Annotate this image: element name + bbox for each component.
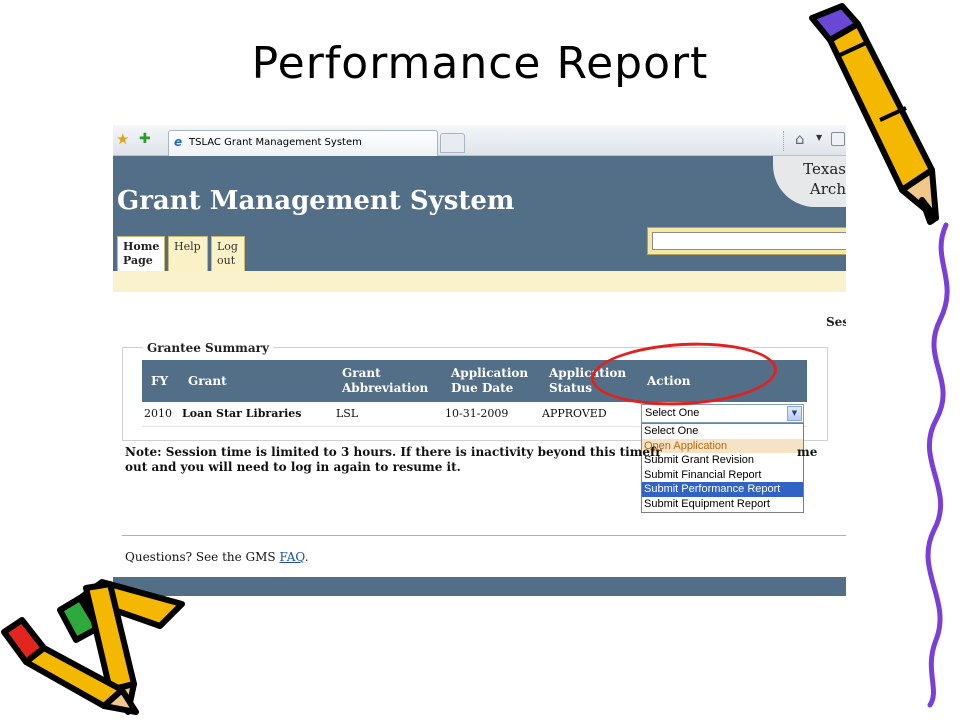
action-select[interactable]: Select One ▼	[641, 404, 804, 423]
tab-logout[interactable]: Log out	[211, 236, 245, 271]
add-favorite-icon[interactable]: ✚	[139, 130, 151, 148]
column-header-line: Abbreviation	[342, 381, 429, 395]
cell-due-date: 10-31-2009	[445, 407, 509, 420]
cell-grant: Loan Star Libraries	[182, 407, 302, 420]
agency-name-line2: Arch	[809, 180, 846, 198]
nav-strip	[113, 271, 846, 292]
tab-label: out	[217, 254, 236, 267]
grantee-summary-legend: Grantee Summary	[143, 341, 273, 355]
cell-abbreviation: LSL	[336, 407, 359, 420]
action-select-value: Select One	[645, 407, 700, 419]
session-note: Note: Session time is limited to 3 hours…	[125, 445, 840, 475]
tab-help[interactable]: Help	[168, 236, 208, 271]
column-header-line: Application	[451, 366, 529, 380]
browser-tab[interactable]: e TSLAC Grant Management System	[168, 130, 438, 156]
feed-icon[interactable]	[831, 132, 845, 146]
column-header-fy: FY	[151, 374, 169, 388]
new-tab-button[interactable]	[440, 133, 465, 153]
agency-name-line1: Texas	[803, 160, 846, 178]
questions-text: Questions? See the GMS	[125, 550, 276, 564]
search-input[interactable]	[652, 232, 846, 250]
session-note-tail: me	[797, 445, 818, 459]
column-header-due-date: Application Due Date	[451, 366, 528, 396]
action-option-submit-equipment-report[interactable]: Submit Equipment Report	[642, 497, 803, 512]
star-icon[interactable]: ★	[116, 130, 129, 148]
faq-link[interactable]: FAQ	[279, 550, 304, 564]
questions-line: Questions? See the GMS FAQ.	[125, 550, 309, 564]
toolbar-separator	[783, 131, 784, 151]
tab-home-page[interactable]: Home Page	[117, 236, 165, 272]
footer-divider	[122, 535, 846, 536]
pencil-icon	[1, 617, 139, 715]
column-header-line: Grant	[342, 366, 381, 380]
footer-bar	[113, 577, 846, 596]
tab-label: Home	[123, 240, 160, 253]
slide-title: Performance Report	[251, 38, 709, 89]
search-box	[647, 227, 846, 255]
tab-label: Help	[174, 240, 201, 253]
column-header-grant: Grant	[188, 374, 227, 388]
chevron-down-icon[interactable]: ▼	[787, 406, 802, 421]
session-label: Ses	[826, 315, 846, 329]
questions-period: .	[304, 550, 309, 564]
action-option-submit-performance-report[interactable]: Submit Performance Report	[642, 482, 803, 497]
tab-label: Page	[123, 254, 153, 267]
squiggle-line	[925, 222, 950, 708]
home-dropdown-icon[interactable]: ▼	[816, 133, 822, 142]
cell-status: APPROVED	[542, 407, 607, 420]
cell-fy: 2010	[144, 407, 172, 420]
action-option-select-one[interactable]: Select One	[642, 424, 803, 439]
browser-toolbar: ★ ✚ e TSLAC Grant Management System ⌂ ▼	[113, 125, 846, 156]
tab-title: TSLAC Grant Management System	[189, 137, 362, 148]
column-header-line: Due Date	[451, 381, 514, 395]
session-note-line: out and you will need to log in again to…	[125, 460, 461, 474]
pencil-icon	[83, 581, 137, 715]
tab-label: Log	[217, 240, 238, 253]
browser-screenshot: ★ ✚ e TSLAC Grant Management System ⌂ ▼ …	[113, 125, 846, 596]
ie-icon: e	[174, 135, 183, 149]
app-title: Grant Management System	[117, 186, 515, 216]
column-header-abbreviation: Grant Abbreviation	[342, 366, 428, 396]
home-icon[interactable]: ⌂	[795, 130, 805, 148]
session-note-line: Note: Session time is limited to 3 hours…	[125, 445, 662, 459]
